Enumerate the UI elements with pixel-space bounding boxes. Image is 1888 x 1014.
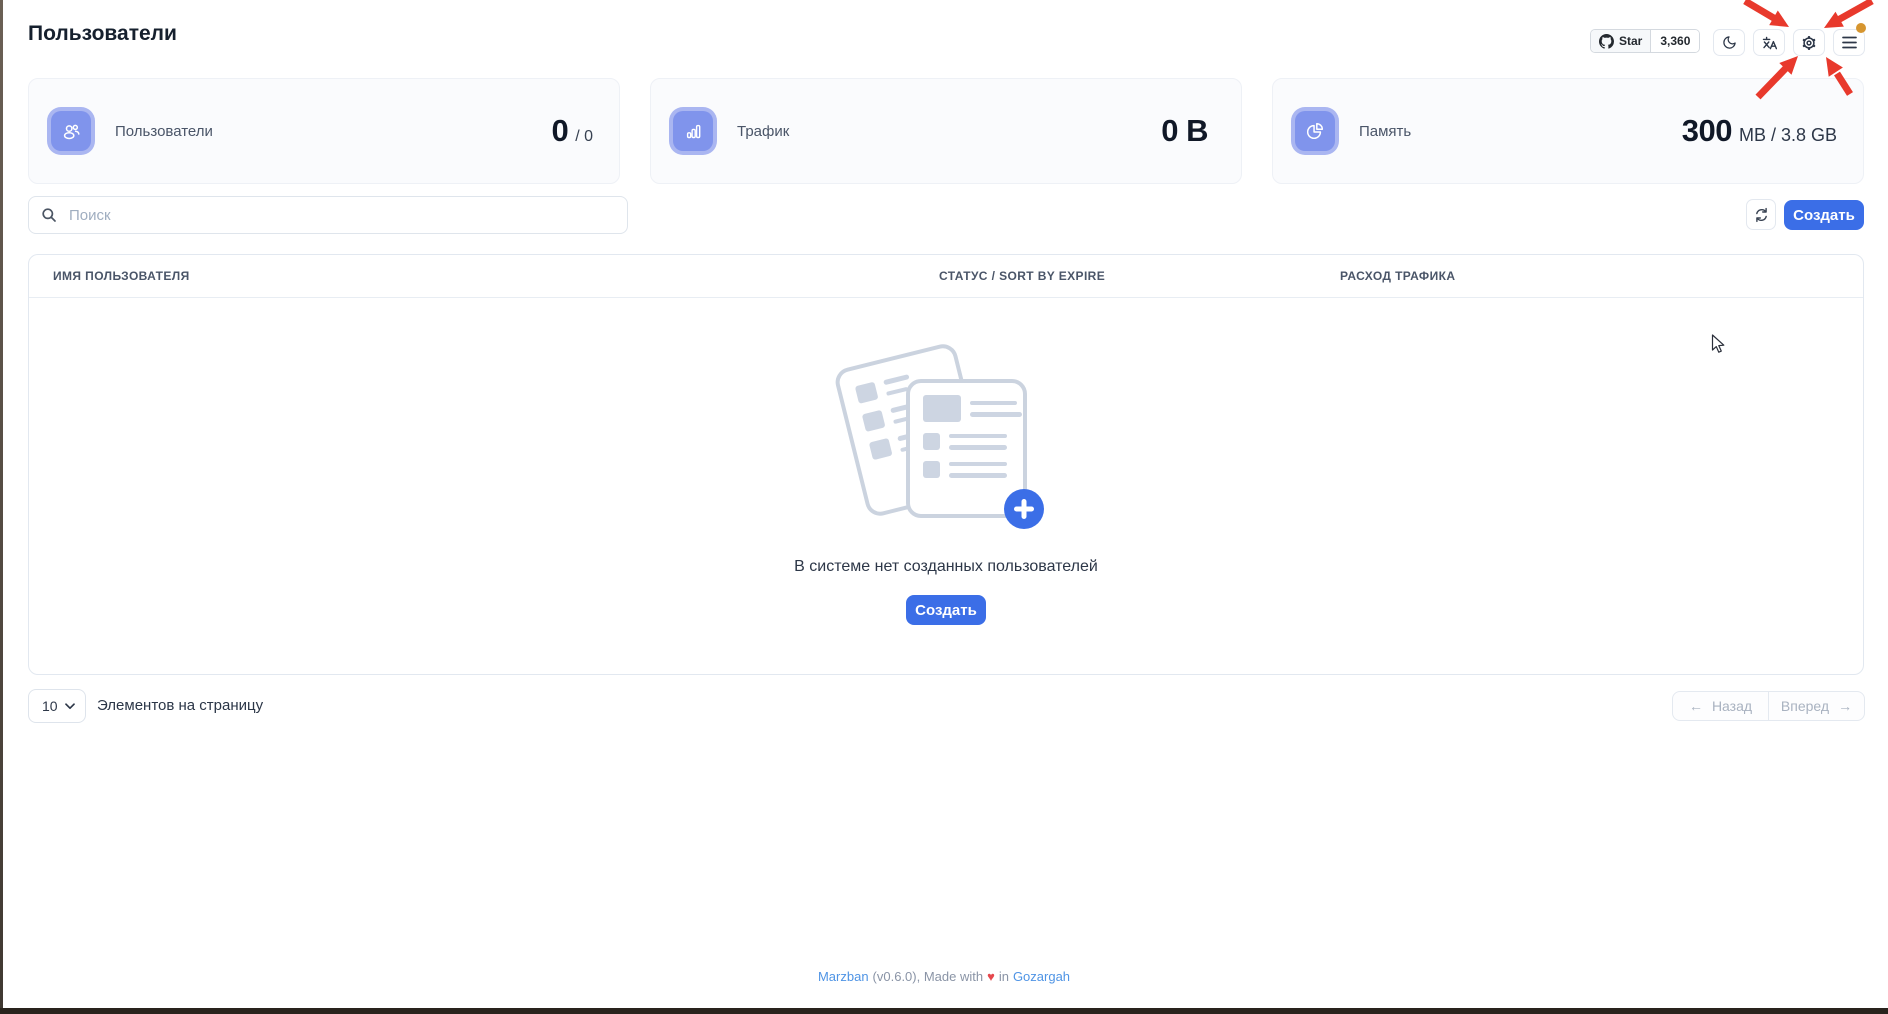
users-table: ИМЯ ПОЛЬЗОВАТЕЛЯ СТАТУС / SORT BY EXPIRE… xyxy=(28,254,1864,675)
heart-icon: ♥ xyxy=(987,969,995,984)
footer-org-link[interactable]: Gozargah xyxy=(1013,969,1070,984)
dark-mode-button[interactable] xyxy=(1713,29,1745,56)
stat-value: 0 / 0 xyxy=(551,113,593,149)
refresh-icon xyxy=(1754,207,1769,223)
table-header-row: ИМЯ ПОЛЬЗОВАТЕЛЯ СТАТУС / SORT BY EXPIRE… xyxy=(29,255,1863,298)
plus-icon xyxy=(1004,489,1044,529)
search-input[interactable] xyxy=(28,196,628,234)
footer-text-in: in xyxy=(999,969,1009,984)
users-icon-tile xyxy=(47,107,95,155)
refresh-button[interactable] xyxy=(1746,199,1776,230)
window-left-edge xyxy=(0,0,3,1014)
github-star-count[interactable]: 3,360 xyxy=(1651,30,1699,52)
arrow-left-icon: ← xyxy=(1689,698,1703,714)
next-page-button[interactable]: Вперед → xyxy=(1768,692,1864,720)
page-title: Пользователи xyxy=(28,22,177,46)
stat-card-memory: Память 300 MB / 3.8 GB xyxy=(1272,78,1864,184)
settings-button[interactable] xyxy=(1793,29,1825,56)
empty-state-create-button[interactable]: Создать xyxy=(906,595,986,625)
memory-icon-tile xyxy=(1291,107,1339,155)
page-size-value: 10 xyxy=(42,698,58,714)
page-size-select[interactable]: 10 xyxy=(28,689,86,723)
language-icon xyxy=(1761,35,1777,51)
menu-button[interactable] xyxy=(1833,29,1865,56)
traffic-icon-tile xyxy=(669,107,717,155)
empty-state-message: В системе нет созданных пользователей xyxy=(29,558,1863,576)
next-page-label: Вперед xyxy=(1781,698,1829,714)
footer-brand-link[interactable]: Marzban xyxy=(818,969,869,984)
prev-page-button[interactable]: ← Назад xyxy=(1673,692,1768,720)
chevron-down-icon xyxy=(65,703,75,710)
prev-page-label: Назад xyxy=(1712,698,1752,714)
menu-notification-dot xyxy=(1856,23,1866,33)
column-header-status-sort-expire[interactable]: СТАТУС / SORT BY EXPIRE xyxy=(939,255,1105,297)
footer: Marzban (v0.6.0), Made with ♥ in Gozarga… xyxy=(0,969,1888,984)
window-bottom-edge xyxy=(0,1008,1888,1014)
users-page: Пользователи Star 3,360 xyxy=(0,0,1888,1014)
pagination-controls: ← Назад Вперед → xyxy=(1672,691,1865,721)
github-star-label: Star xyxy=(1619,34,1642,48)
moon-icon xyxy=(1722,35,1737,50)
search-box xyxy=(28,196,628,234)
github-star-button[interactable]: Star xyxy=(1591,30,1651,52)
stat-label: Пользователи xyxy=(115,123,213,140)
stat-card-users: Пользователи 0 / 0 xyxy=(28,78,620,184)
stat-value: 0 B xyxy=(1161,113,1215,149)
stat-value-suffix: MB / 3.8 GB xyxy=(1739,125,1837,146)
stat-label: Память xyxy=(1359,123,1411,140)
search-icon xyxy=(41,207,57,223)
hamburger-icon xyxy=(1842,36,1857,49)
users-icon xyxy=(62,123,80,140)
arrow-right-icon: → xyxy=(1838,698,1852,714)
column-header-traffic-usage[interactable]: РАСХОД ТРАФИКА xyxy=(1340,255,1455,297)
gear-icon xyxy=(1801,35,1817,51)
stat-value-number: 0 B xyxy=(1161,113,1208,149)
stat-value-number: 300 xyxy=(1682,113,1732,149)
empty-state-illustration xyxy=(847,351,1047,531)
column-header-username[interactable]: ИМЯ ПОЛЬЗОВАТЕЛЯ xyxy=(53,255,190,297)
page-size-label: Элементов на страницу xyxy=(97,689,263,723)
pie-chart-icon xyxy=(1306,122,1324,140)
stat-value-number: 0 xyxy=(551,113,568,149)
bar-chart-icon xyxy=(685,123,702,140)
language-button[interactable] xyxy=(1753,29,1785,56)
stat-value: 300 MB / 3.8 GB xyxy=(1682,113,1837,149)
github-star-widget[interactable]: Star 3,360 xyxy=(1590,29,1700,53)
stat-label: Трафик xyxy=(737,123,789,140)
create-user-button[interactable]: Создать xyxy=(1784,200,1864,230)
stat-card-traffic: Трафик 0 B xyxy=(650,78,1242,184)
footer-text: (v0.6.0), Made with xyxy=(873,969,984,984)
stat-value-suffix: / 0 xyxy=(575,128,593,146)
github-octocat-icon xyxy=(1599,34,1614,49)
